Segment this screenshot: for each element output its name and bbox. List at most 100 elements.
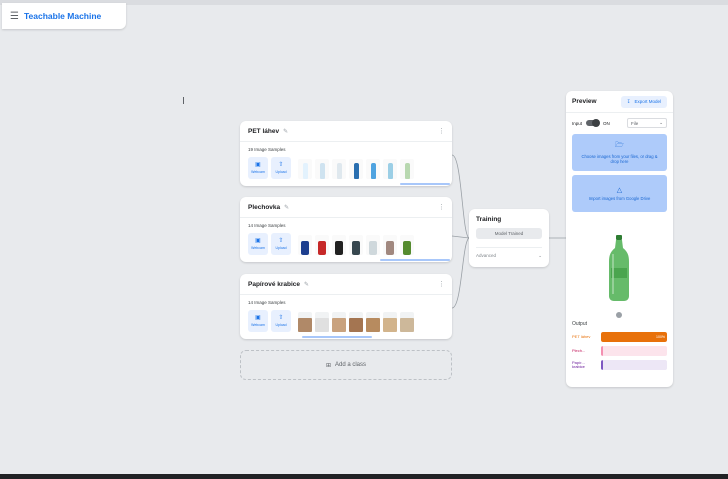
webcam-icon: ▣: [255, 162, 261, 168]
sample-thumbnail[interactable]: [400, 235, 414, 255]
box-thumbnail-image: [366, 318, 380, 332]
sample-thumbnail[interactable]: [298, 235, 312, 255]
google-drive-icon: △: [616, 187, 623, 194]
bottle-thumbnail-image: [302, 163, 308, 179]
sample-thumbnail[interactable]: [383, 235, 397, 255]
class-card-pet: PET láhev ✎ ⋮ 19 Image Samples ▣ Webcam …: [240, 121, 452, 186]
sample-thumbnail[interactable]: [332, 235, 346, 255]
class-name[interactable]: Plechovka: [248, 204, 280, 211]
bottle-thumbnail-image: [319, 163, 325, 179]
advanced-toggle[interactable]: Advanced ⌄: [476, 247, 542, 259]
output-row: PET láhev 100%: [572, 332, 667, 342]
sample-thumbnails: [298, 233, 414, 255]
more-options-icon[interactable]: ⋮: [438, 280, 445, 288]
sample-thumbnail[interactable]: [349, 312, 363, 332]
webcam-button[interactable]: ▣ Webcam: [248, 310, 268, 332]
file-dropzone[interactable]: 🗁 Choose images from your files, or drag…: [572, 134, 667, 171]
sample-thumbnail[interactable]: [349, 159, 363, 179]
bottom-bar: [0, 474, 728, 479]
preview-carousel-dot[interactable]: [616, 312, 622, 318]
preview-panel: Preview ↧ Export Model Input ON File ⌄ 🗁…: [566, 91, 673, 387]
edit-pencil-icon[interactable]: ✎: [304, 281, 309, 288]
edit-pencil-icon[interactable]: ✎: [284, 204, 289, 211]
sample-thumbnail[interactable]: [298, 159, 312, 179]
export-model-button[interactable]: ↧ Export Model: [620, 95, 667, 108]
class-name[interactable]: Papírové krabice: [248, 281, 300, 288]
output-row: Papír... krabice: [572, 360, 667, 370]
class-name[interactable]: PET láhev: [248, 128, 279, 135]
sample-thumbnail[interactable]: [315, 235, 329, 255]
sample-thumbnail[interactable]: [383, 159, 397, 179]
webcam-button[interactable]: ▣ Webcam: [248, 157, 268, 179]
box-thumbnail-image: [298, 318, 312, 332]
sample-thumbnail[interactable]: [349, 235, 363, 255]
box-thumbnail-image: [400, 318, 414, 332]
add-class-button[interactable]: ⊞ Add a class: [240, 350, 452, 380]
output-row: Plech...: [572, 346, 667, 356]
bottle-thumbnail-image: [370, 163, 376, 179]
upload-button[interactable]: ⇧ Upload: [271, 233, 291, 255]
sample-thumbnail[interactable]: [315, 159, 329, 179]
sample-thumbnail[interactable]: [366, 235, 380, 255]
upload-icon: ⇧: [278, 315, 284, 321]
sample-thumbnails: [298, 157, 414, 179]
confidence-fill: [601, 360, 603, 370]
thumbnail-scrollbar[interactable]: [380, 259, 450, 261]
can-thumbnail-image: [386, 241, 394, 255]
output-class-label: Plech...: [572, 347, 586, 353]
sample-thumbnail[interactable]: [298, 312, 312, 332]
edit-pencil-icon[interactable]: ✎: [283, 128, 288, 135]
confidence-bar: [601, 346, 667, 356]
add-class-icon: ⊞: [325, 362, 331, 369]
sample-thumbnail[interactable]: [400, 159, 414, 179]
can-thumbnail-image: [318, 241, 326, 255]
input-toggle[interactable]: [586, 119, 601, 127]
sample-thumbnail[interactable]: [400, 312, 414, 332]
webcam-button[interactable]: ▣ Webcam: [248, 233, 268, 255]
box-thumbnail-image: [315, 318, 329, 332]
can-thumbnail-image: [335, 241, 343, 255]
chevron-down-icon: ⌄: [659, 120, 663, 125]
can-thumbnail-image: [403, 241, 411, 255]
upload-button[interactable]: ⇧ Upload: [271, 310, 291, 332]
google-drive-import-button[interactable]: △ Import images from Google Drive: [572, 175, 667, 212]
thumbnail-scrollbar[interactable]: [302, 336, 372, 338]
bottle-thumbnail-image: [336, 163, 342, 179]
sample-thumbnail[interactable]: [315, 312, 329, 332]
sample-count: 14 Image Samples: [248, 223, 286, 228]
sample-thumbnail[interactable]: [383, 312, 397, 332]
more-options-icon[interactable]: ⋮: [438, 203, 445, 211]
can-thumbnail-image: [369, 241, 377, 255]
upload-button[interactable]: ⇧ Upload: [271, 157, 291, 179]
class-card-plechovka: Plechovka ✎ ⋮ 14 Image Samples ▣ Webcam …: [240, 197, 452, 262]
sample-thumbnail[interactable]: [366, 159, 380, 179]
output-section: Output PET láhev 100% Plech... Papír... kra…: [566, 321, 673, 374]
sample-thumbnail[interactable]: [366, 312, 380, 332]
chevron-down-icon: ⌄: [538, 253, 542, 258]
bottle-thumbnail-image: [387, 163, 393, 179]
more-options-icon[interactable]: ⋮: [438, 127, 445, 135]
toggle-state: ON: [603, 120, 610, 126]
bottle-thumbnail-image: [353, 163, 359, 179]
sample-thumbnail[interactable]: [332, 312, 346, 332]
output-class-label: Papír... krabice: [572, 359, 585, 369]
box-thumbnail-image: [332, 318, 346, 332]
sample-count: 19 Image Samples: [248, 147, 286, 152]
upload-icon: ⇧: [278, 162, 284, 168]
thumbnail-scrollbar[interactable]: [400, 183, 450, 185]
box-thumbnail-image: [383, 318, 397, 332]
training-title: Training: [476, 216, 502, 223]
training-panel: Training Model Trained Advanced ⌄: [469, 209, 549, 267]
file-upload-icon: 🗁: [615, 142, 624, 149]
input-source-select[interactable]: File ⌄: [627, 118, 667, 128]
sample-thumbnail[interactable]: [332, 159, 346, 179]
preview-title: Preview: [572, 98, 597, 105]
can-thumbnail-image: [352, 241, 360, 255]
sample-thumbnails: [298, 310, 414, 332]
upload-icon: ⇧: [278, 238, 284, 244]
train-model-button[interactable]: Model Trained: [476, 228, 542, 239]
confidence-fill: 100%: [601, 332, 667, 342]
preview-image-bottle: [609, 235, 629, 301]
bottle-thumbnail-image: [404, 163, 410, 179]
confidence-bar: 100%: [601, 332, 667, 342]
